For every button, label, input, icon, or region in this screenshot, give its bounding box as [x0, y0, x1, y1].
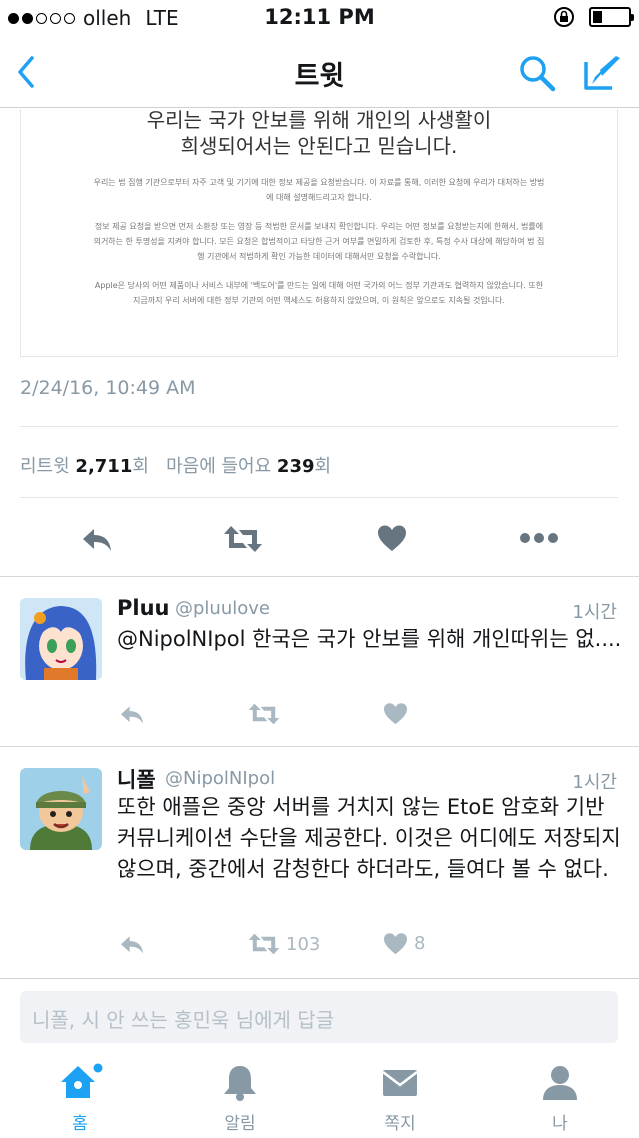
tweet-stats: 리트윗 2,711회 마음에 들어요 239회	[20, 452, 331, 478]
tab-label: 홈	[72, 1114, 88, 1134]
retweet-button[interactable]	[248, 702, 286, 726]
count-suffix: 회	[132, 456, 149, 477]
like-count: 8	[414, 933, 426, 954]
tweet-timestamp: 2/24/16, 10:49 AM	[20, 377, 196, 399]
bell-icon	[224, 1066, 256, 1101]
retweet-icon	[248, 703, 280, 725]
author-handle[interactable]: @NipolNIpol	[165, 768, 275, 789]
embed-paragraph: 정보 제공 요청을 받으면 먼저 소환장 또는 영장 등 적법한 문서를 보내지…	[93, 222, 545, 261]
embed-heading-line2: 희생되어서는 안된다고 믿습니다.	[180, 134, 458, 158]
tweet-text: @NipolNIpol 한국은 국가 안보를 위해 개인따위는 없....	[117, 627, 622, 651]
author-name[interactable]: Pluu	[117, 596, 170, 620]
home-icon	[61, 1063, 103, 1098]
tab-me[interactable]: 나	[500, 1062, 620, 1134]
heart-icon	[384, 933, 407, 955]
tab-bar: 홈 알림 쪽지 나	[0, 1054, 639, 1138]
divider	[20, 497, 618, 498]
tweet-time: 1시간	[572, 772, 617, 793]
tab-notifications[interactable]: 알림	[180, 1062, 300, 1134]
like-button[interactable]: 8	[383, 932, 425, 955]
avatar[interactable]	[20, 768, 102, 850]
retweet-button[interactable]	[223, 524, 263, 554]
tweet-image[interactable]: 우리는 국가 안보를 위해 개인의 사생활이 희생되어서는 안된다고 믿습니다.…	[20, 109, 618, 357]
heart-icon	[384, 703, 407, 725]
author-handle[interactable]: @pluulove	[175, 598, 270, 619]
rotation-lock-icon	[554, 7, 574, 27]
reply-button[interactable]	[118, 934, 146, 956]
tab-messages[interactable]: 쪽지	[340, 1062, 460, 1134]
reply-bar: 니폴, 시 안 쓰는 홍민욱 님에게 답글	[0, 978, 639, 1054]
tweet-actions	[0, 520, 639, 560]
reply-input[interactable]: 니폴, 시 안 쓰는 홍민욱 님에게 답글	[20, 991, 618, 1043]
tweet-text: 또한 애플은 중앙 서버를 거치지 않는 EtoE 암호화 기반 커뮤니케이션 …	[117, 795, 621, 881]
tab-label: 나	[552, 1114, 568, 1134]
tab-home[interactable]: 홈	[20, 1062, 140, 1134]
tweet-time: 1시간	[572, 602, 617, 623]
status-bar: olleh LTE 12:11 PM	[0, 0, 639, 36]
tweet-actions	[0, 702, 639, 732]
battery-icon	[589, 7, 634, 27]
status-icons	[553, 6, 634, 28]
reply-button[interactable]	[80, 526, 114, 554]
divider	[20, 426, 618, 427]
retweet-icon	[248, 933, 280, 955]
clock: 12:11 PM	[264, 5, 375, 29]
like-button[interactable]	[377, 524, 407, 552]
reply-tweet[interactable]: 니폴 @NipolNIpol 1시간 또한 애플은 중앙 서버를 거치지 않는 …	[0, 746, 639, 978]
retweet-count: 103	[286, 933, 321, 955]
embed-paragraph: 우리는 법 집행 기관으로부터 자주 고객 및 기기에 대한 정보 제공을 요청…	[93, 178, 545, 202]
likes-count[interactable]: 239	[277, 456, 315, 477]
retweets-label: 리트윗	[20, 456, 70, 477]
likes-label: 마음에 들어요	[166, 456, 272, 477]
mail-icon	[382, 1070, 418, 1096]
navigation-bar: 트윗	[0, 36, 639, 108]
retweet-button[interactable]: 103	[248, 932, 320, 956]
avatar[interactable]	[20, 598, 102, 680]
person-icon	[543, 1066, 577, 1100]
tab-label: 쪽지	[384, 1114, 416, 1134]
search-button[interactable]	[516, 52, 558, 94]
like-button[interactable]	[383, 702, 414, 725]
retweets-count[interactable]: 2,711	[75, 456, 132, 477]
reply-button[interactable]	[118, 704, 146, 726]
reply-tweet[interactable]: Pluu @pluulove 1시간 @NipolNIpol 한국은 국가 안보…	[0, 576, 639, 746]
author-name[interactable]: 니폴	[117, 764, 156, 794]
more-options-button[interactable]	[520, 532, 558, 544]
embed-paragraph: Apple은 당사의 어떤 제품이나 서비스 내부에 '백도어'를 만드는 일에…	[94, 281, 544, 305]
count-suffix: 회	[314, 456, 332, 477]
compose-button[interactable]	[580, 50, 624, 94]
tweet-actions: 103 8	[0, 932, 639, 962]
tab-label: 알림	[224, 1114, 256, 1134]
